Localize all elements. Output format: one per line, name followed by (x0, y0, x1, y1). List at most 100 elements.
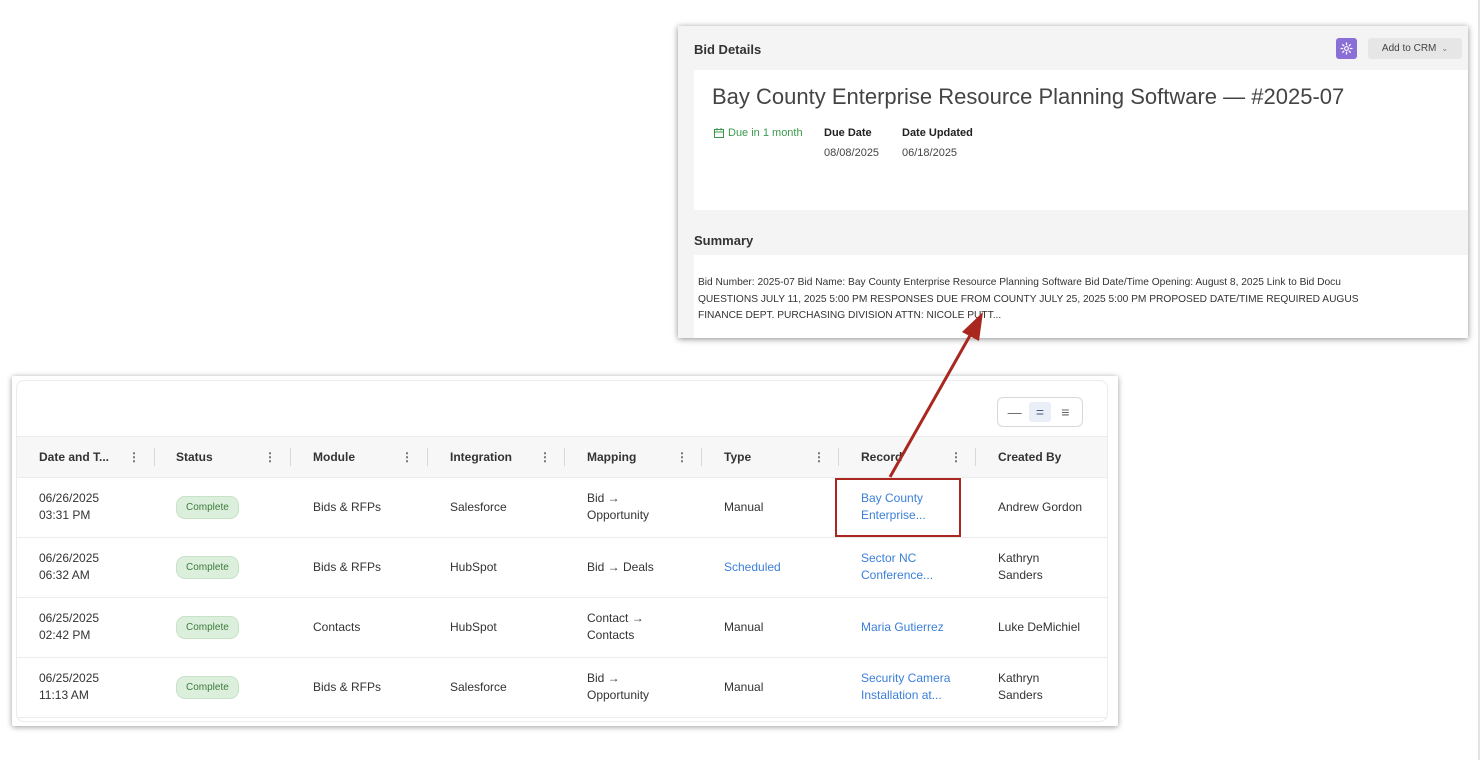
cell-created-line: Andrew Gordon (998, 499, 1083, 514)
cell-time-value: 06:32 AM (39, 568, 90, 582)
cell-date-value: 06/26/2025 (39, 551, 100, 565)
record-highlight-box (835, 478, 961, 537)
summary-text: Bid Number: 2025-07 Bid Name: Bay County… (698, 275, 1468, 325)
cell-date: 06/26/2025 03:31 PM (39, 477, 99, 537)
column-menu-icon[interactable]: ⋮ (264, 450, 276, 464)
record-link-line: Conference... (861, 568, 934, 582)
date-updated-label: Date Updated (902, 127, 973, 139)
density-compact-icon[interactable]: — (1004, 402, 1026, 422)
column-header-module[interactable]: Module ⋮ (313, 437, 428, 477)
cell-type: Manual (724, 679, 764, 694)
column-header-type[interactable]: Type ⋮ (724, 437, 839, 477)
summary-header: Summary (694, 233, 754, 248)
cell-mapping: Bid → Deals (587, 537, 654, 597)
column-resize-handle[interactable] (701, 448, 702, 466)
cell-status: Complete (176, 597, 239, 657)
record-link[interactable]: Security Camera Installation at... (861, 657, 950, 717)
table-row[interactable]: 06/25/2025 11:13 AM Complete Bids & RFPs … (17, 657, 1107, 718)
bid-overview-card: Bay County Enterprise Resource Planning … (694, 70, 1468, 210)
due-status-label: Due in 1 month (728, 127, 803, 139)
cell-date: 06/25/2025 11:13 AM (39, 657, 99, 717)
status-badge: Complete (176, 555, 239, 579)
cell-type: Manual (724, 619, 764, 634)
cell-module: Bids & RFPs (313, 679, 382, 694)
cell-mapping: Contact → Contacts (587, 597, 644, 657)
date-updated-group: Date Updated 06/18/2025 (902, 127, 973, 159)
column-header-record[interactable]: Record ⋮ (861, 437, 976, 477)
add-to-crm-label: Add to CRM (1381, 43, 1437, 54)
date-updated-value: 06/18/2025 (902, 147, 958, 159)
record-link-line: Sector NC (861, 551, 917, 565)
column-menu-icon[interactable]: ⋮ (813, 450, 825, 464)
cell-integration: HubSpot (450, 559, 497, 574)
page-edge-divider (1478, 0, 1480, 760)
column-resize-handle[interactable] (154, 448, 155, 466)
due-date-value: 08/08/2025 (824, 147, 880, 159)
cell-mapping-line: Opportunity (587, 508, 650, 522)
bid-details-header: Bid Details (694, 42, 762, 57)
column-resize-handle[interactable] (427, 448, 428, 466)
column-header-label: Module (313, 450, 355, 464)
density-toggle: — = ≡ (997, 397, 1083, 427)
column-header-label: Integration (450, 450, 512, 464)
due-date-group: Due Date 08/08/2025 (824, 127, 879, 159)
summary-line: QUESTIONS JULY 11, 2025 5:00 PM RESPONSE… (698, 293, 1359, 305)
cell-mapping-line: Opportunity (587, 688, 650, 702)
column-resize-handle[interactable] (290, 448, 291, 466)
bid-details-panel: Bid Details Add to CRM ⌄ Bay County Ente… (678, 26, 1468, 338)
density-comfortable-icon[interactable]: ≡ (1054, 402, 1076, 422)
sync-log-panel: — = ≡ Date and T... ⋮ Status ⋮ Module ⋮ … (12, 376, 1118, 726)
column-header-label: Status (176, 450, 213, 464)
cell-status: Complete (176, 657, 239, 717)
density-standard-icon[interactable]: = (1028, 402, 1051, 422)
cell-module: Bids & RFPs (313, 559, 382, 574)
table-header: Date and T... ⋮ Status ⋮ Module ⋮ Integr… (17, 436, 1107, 478)
cell-date-value: 06/26/2025 (39, 491, 100, 505)
cell-date: 06/26/2025 06:32 AM (39, 537, 99, 597)
cell-integration: Salesforce (450, 499, 507, 514)
record-link[interactable]: Maria Gutierrez (861, 597, 944, 657)
due-date-label: Due Date (824, 127, 872, 139)
column-menu-icon[interactable]: ⋮ (950, 450, 962, 464)
schedule-link[interactable]: Scheduled (724, 537, 781, 597)
cell-mapping-line: Contact → (587, 611, 644, 625)
sync-log-table: — = ≡ Date and T... ⋮ Status ⋮ Module ⋮ … (16, 380, 1108, 722)
cell-integration: Salesforce (450, 679, 507, 694)
bid-title: Bay County Enterprise Resource Planning … (712, 84, 1345, 109)
column-header-created-by[interactable]: Created By (998, 437, 1061, 477)
column-resize-handle[interactable] (564, 448, 565, 466)
column-resize-handle[interactable] (838, 448, 839, 466)
column-menu-icon[interactable]: ⋮ (676, 450, 688, 464)
cell-created-line: Sanders (998, 688, 1043, 702)
column-menu-icon[interactable]: ⋮ (401, 450, 413, 464)
cell-created-by: Kathryn Sanders (998, 537, 1043, 597)
record-link[interactable]: Sector NC Conference... (861, 537, 933, 597)
cell-date: 06/25/2025 02:42 PM (39, 597, 99, 657)
table-row[interactable]: 06/25/2025 02:42 PM Complete Contacts Hub… (17, 597, 1107, 658)
column-header-label: Mapping (587, 450, 637, 464)
cell-created-line: Sanders (998, 568, 1043, 582)
settings-button[interactable] (1336, 38, 1357, 59)
cell-type: Manual (724, 499, 764, 514)
column-header-label: Date and T... (39, 450, 110, 464)
cell-mapping-line: Bid → (587, 491, 620, 505)
cell-mapping-line: Bid → Deals (587, 559, 654, 574)
record-link-line: Security Camera (861, 671, 951, 685)
cell-created-line: Kathryn (998, 551, 1040, 565)
column-header-mapping[interactable]: Mapping ⋮ (587, 437, 702, 477)
cell-status: Complete (176, 537, 239, 597)
gear-icon (1340, 42, 1353, 55)
cell-module: Contacts (313, 619, 361, 634)
cell-date-value: 06/25/2025 (39, 611, 100, 625)
column-header-integration[interactable]: Integration ⋮ (450, 437, 565, 477)
column-menu-icon[interactable]: ⋮ (128, 450, 140, 464)
cell-mapping-line: Bid → (587, 671, 620, 685)
column-menu-icon[interactable]: ⋮ (539, 450, 551, 464)
chevron-down-icon: ⌄ (1441, 44, 1449, 53)
table-row[interactable]: 06/26/2025 06:32 AM Complete Bids & RFPs … (17, 537, 1107, 598)
column-header-date[interactable]: Date and T... ⋮ (39, 437, 155, 477)
column-header-status[interactable]: Status ⋮ (176, 437, 291, 477)
column-header-label: Type (724, 450, 752, 464)
column-resize-handle[interactable] (975, 448, 976, 466)
add-to-crm-button[interactable]: Add to CRM ⌄ (1368, 38, 1462, 59)
